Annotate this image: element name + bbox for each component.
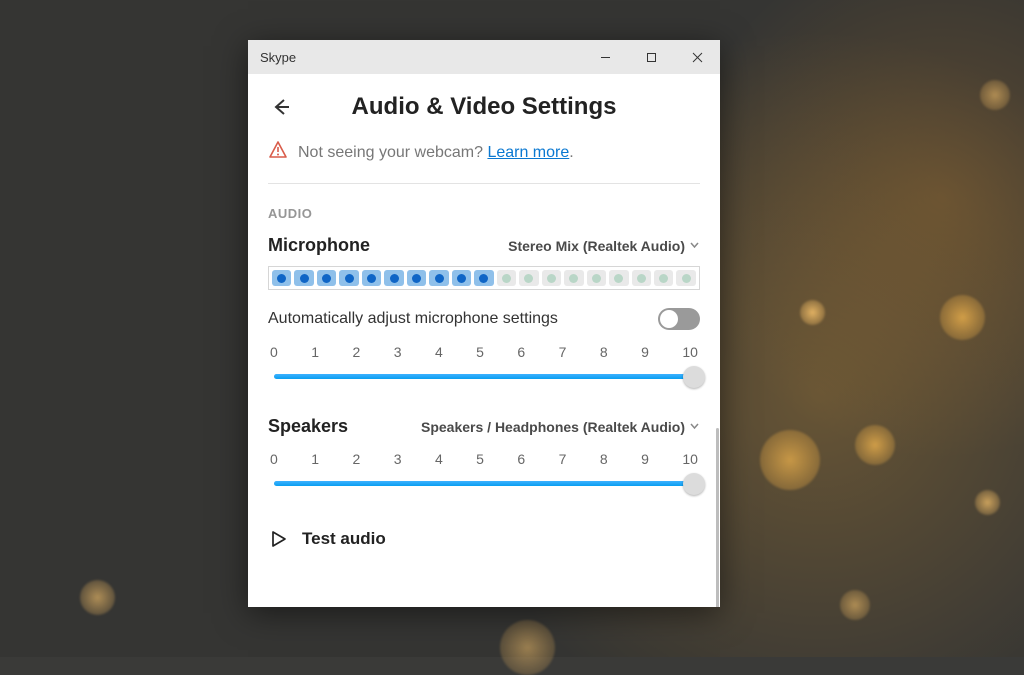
scale-tick: 3 xyxy=(394,344,402,360)
microphone-level-meter xyxy=(268,266,700,290)
level-cell xyxy=(272,270,291,286)
speakers-device-text: Speakers / Headphones (Realtek Audio) xyxy=(421,419,685,435)
scale-tick: 4 xyxy=(435,344,443,360)
warning-icon xyxy=(268,140,288,165)
scale-tick: 1 xyxy=(311,344,319,360)
slider-thumb[interactable] xyxy=(683,473,705,495)
scale-tick: 8 xyxy=(600,451,608,467)
page-title: Audio & Video Settings xyxy=(294,93,674,121)
microphone-scale: 0 1 2 3 4 5 6 7 8 9 10 xyxy=(268,344,700,360)
window-titlebar[interactable]: Skype xyxy=(248,40,720,74)
webcam-suffix: . xyxy=(569,144,573,161)
window-title: Skype xyxy=(260,50,296,65)
scale-tick: 9 xyxy=(641,344,649,360)
scale-tick: 3 xyxy=(394,451,402,467)
test-audio-label: Test audio xyxy=(302,529,386,549)
page-header: Audio & Video Settings xyxy=(248,74,720,140)
auto-adjust-toggle[interactable] xyxy=(658,308,700,330)
play-icon xyxy=(268,529,288,549)
scale-tick: 4 xyxy=(435,451,443,467)
bokeh-dot xyxy=(760,430,820,490)
scale-tick: 0 xyxy=(270,451,278,467)
slider-fill xyxy=(274,374,694,379)
microphone-device-text: Stereo Mix (Realtek Audio) xyxy=(508,238,685,254)
level-cell xyxy=(474,270,493,286)
toggle-knob xyxy=(660,310,678,328)
bokeh-dot xyxy=(500,620,555,675)
speakers-label: Speakers xyxy=(268,416,348,437)
speakers-row: Speakers Speakers / Headphones (Realtek … xyxy=(268,416,700,437)
webcam-notice: Not seeing your webcam? Learn more. xyxy=(268,140,700,184)
scale-tick: 10 xyxy=(682,451,698,467)
level-cell xyxy=(609,270,628,286)
slider-thumb[interactable] xyxy=(683,366,705,388)
chevron-down-icon xyxy=(689,239,700,253)
bokeh-dot xyxy=(975,490,1000,515)
scale-tick: 7 xyxy=(559,344,567,360)
scale-tick: 9 xyxy=(641,451,649,467)
level-cell xyxy=(676,270,695,286)
scale-tick: 6 xyxy=(517,344,525,360)
learn-more-link[interactable]: Learn more xyxy=(487,144,569,161)
scale-tick: 10 xyxy=(682,344,698,360)
scale-tick: 2 xyxy=(352,344,360,360)
webcam-text: Not seeing your webcam? xyxy=(298,144,487,161)
close-button[interactable] xyxy=(674,40,720,74)
speakers-device-select[interactable]: Speakers / Headphones (Realtek Audio) xyxy=(421,419,700,435)
microphone-row: Microphone Stereo Mix (Realtek Audio) xyxy=(268,235,700,256)
bokeh-dot xyxy=(940,295,985,340)
level-cell xyxy=(362,270,381,286)
bokeh-dot xyxy=(840,590,870,620)
microphone-slider[interactable] xyxy=(268,364,700,388)
scale-tick: 0 xyxy=(270,344,278,360)
scale-tick: 1 xyxy=(311,451,319,467)
level-cell xyxy=(542,270,561,286)
level-cell xyxy=(317,270,336,286)
slider-fill xyxy=(274,481,694,486)
level-cell xyxy=(497,270,516,286)
microphone-device-select[interactable]: Stereo Mix (Realtek Audio) xyxy=(508,238,700,254)
level-cell xyxy=(294,270,313,286)
level-cell xyxy=(384,270,403,286)
desktop-background: Skype Audio & Video Settings xyxy=(0,0,1024,657)
audio-section-label: AUDIO xyxy=(268,206,700,221)
level-cell xyxy=(407,270,426,286)
scale-tick: 5 xyxy=(476,344,484,360)
microphone-label: Microphone xyxy=(268,235,370,256)
scale-tick: 5 xyxy=(476,451,484,467)
settings-content: Not seeing your webcam? Learn more. AUDI… xyxy=(248,140,720,607)
auto-adjust-row: Automatically adjust microphone settings xyxy=(268,308,700,330)
level-cell xyxy=(452,270,471,286)
level-cell xyxy=(632,270,651,286)
scale-tick: 2 xyxy=(352,451,360,467)
speakers-scale: 0 1 2 3 4 5 6 7 8 9 10 xyxy=(268,451,700,467)
chevron-down-icon xyxy=(689,420,700,434)
auto-adjust-label: Automatically adjust microphone settings xyxy=(268,310,558,328)
bokeh-dot xyxy=(980,80,1010,110)
level-cell xyxy=(429,270,448,286)
bokeh-dot xyxy=(80,580,115,615)
level-cell xyxy=(654,270,673,286)
maximize-button[interactable] xyxy=(628,40,674,74)
scale-tick: 6 xyxy=(517,451,525,467)
back-button[interactable] xyxy=(268,94,294,120)
skype-window: Skype Audio & Video Settings xyxy=(248,40,720,607)
bokeh-dot xyxy=(800,300,825,325)
level-cell xyxy=(587,270,606,286)
speakers-slider[interactable] xyxy=(268,471,700,495)
minimize-button[interactable] xyxy=(582,40,628,74)
level-cell xyxy=(564,270,583,286)
level-cell xyxy=(339,270,358,286)
scale-tick: 7 xyxy=(559,451,567,467)
scrollbar[interactable] xyxy=(716,428,719,607)
test-audio-button[interactable]: Test audio xyxy=(268,529,700,549)
bokeh-dot xyxy=(855,425,895,465)
scale-tick: 8 xyxy=(600,344,608,360)
level-cell xyxy=(519,270,538,286)
